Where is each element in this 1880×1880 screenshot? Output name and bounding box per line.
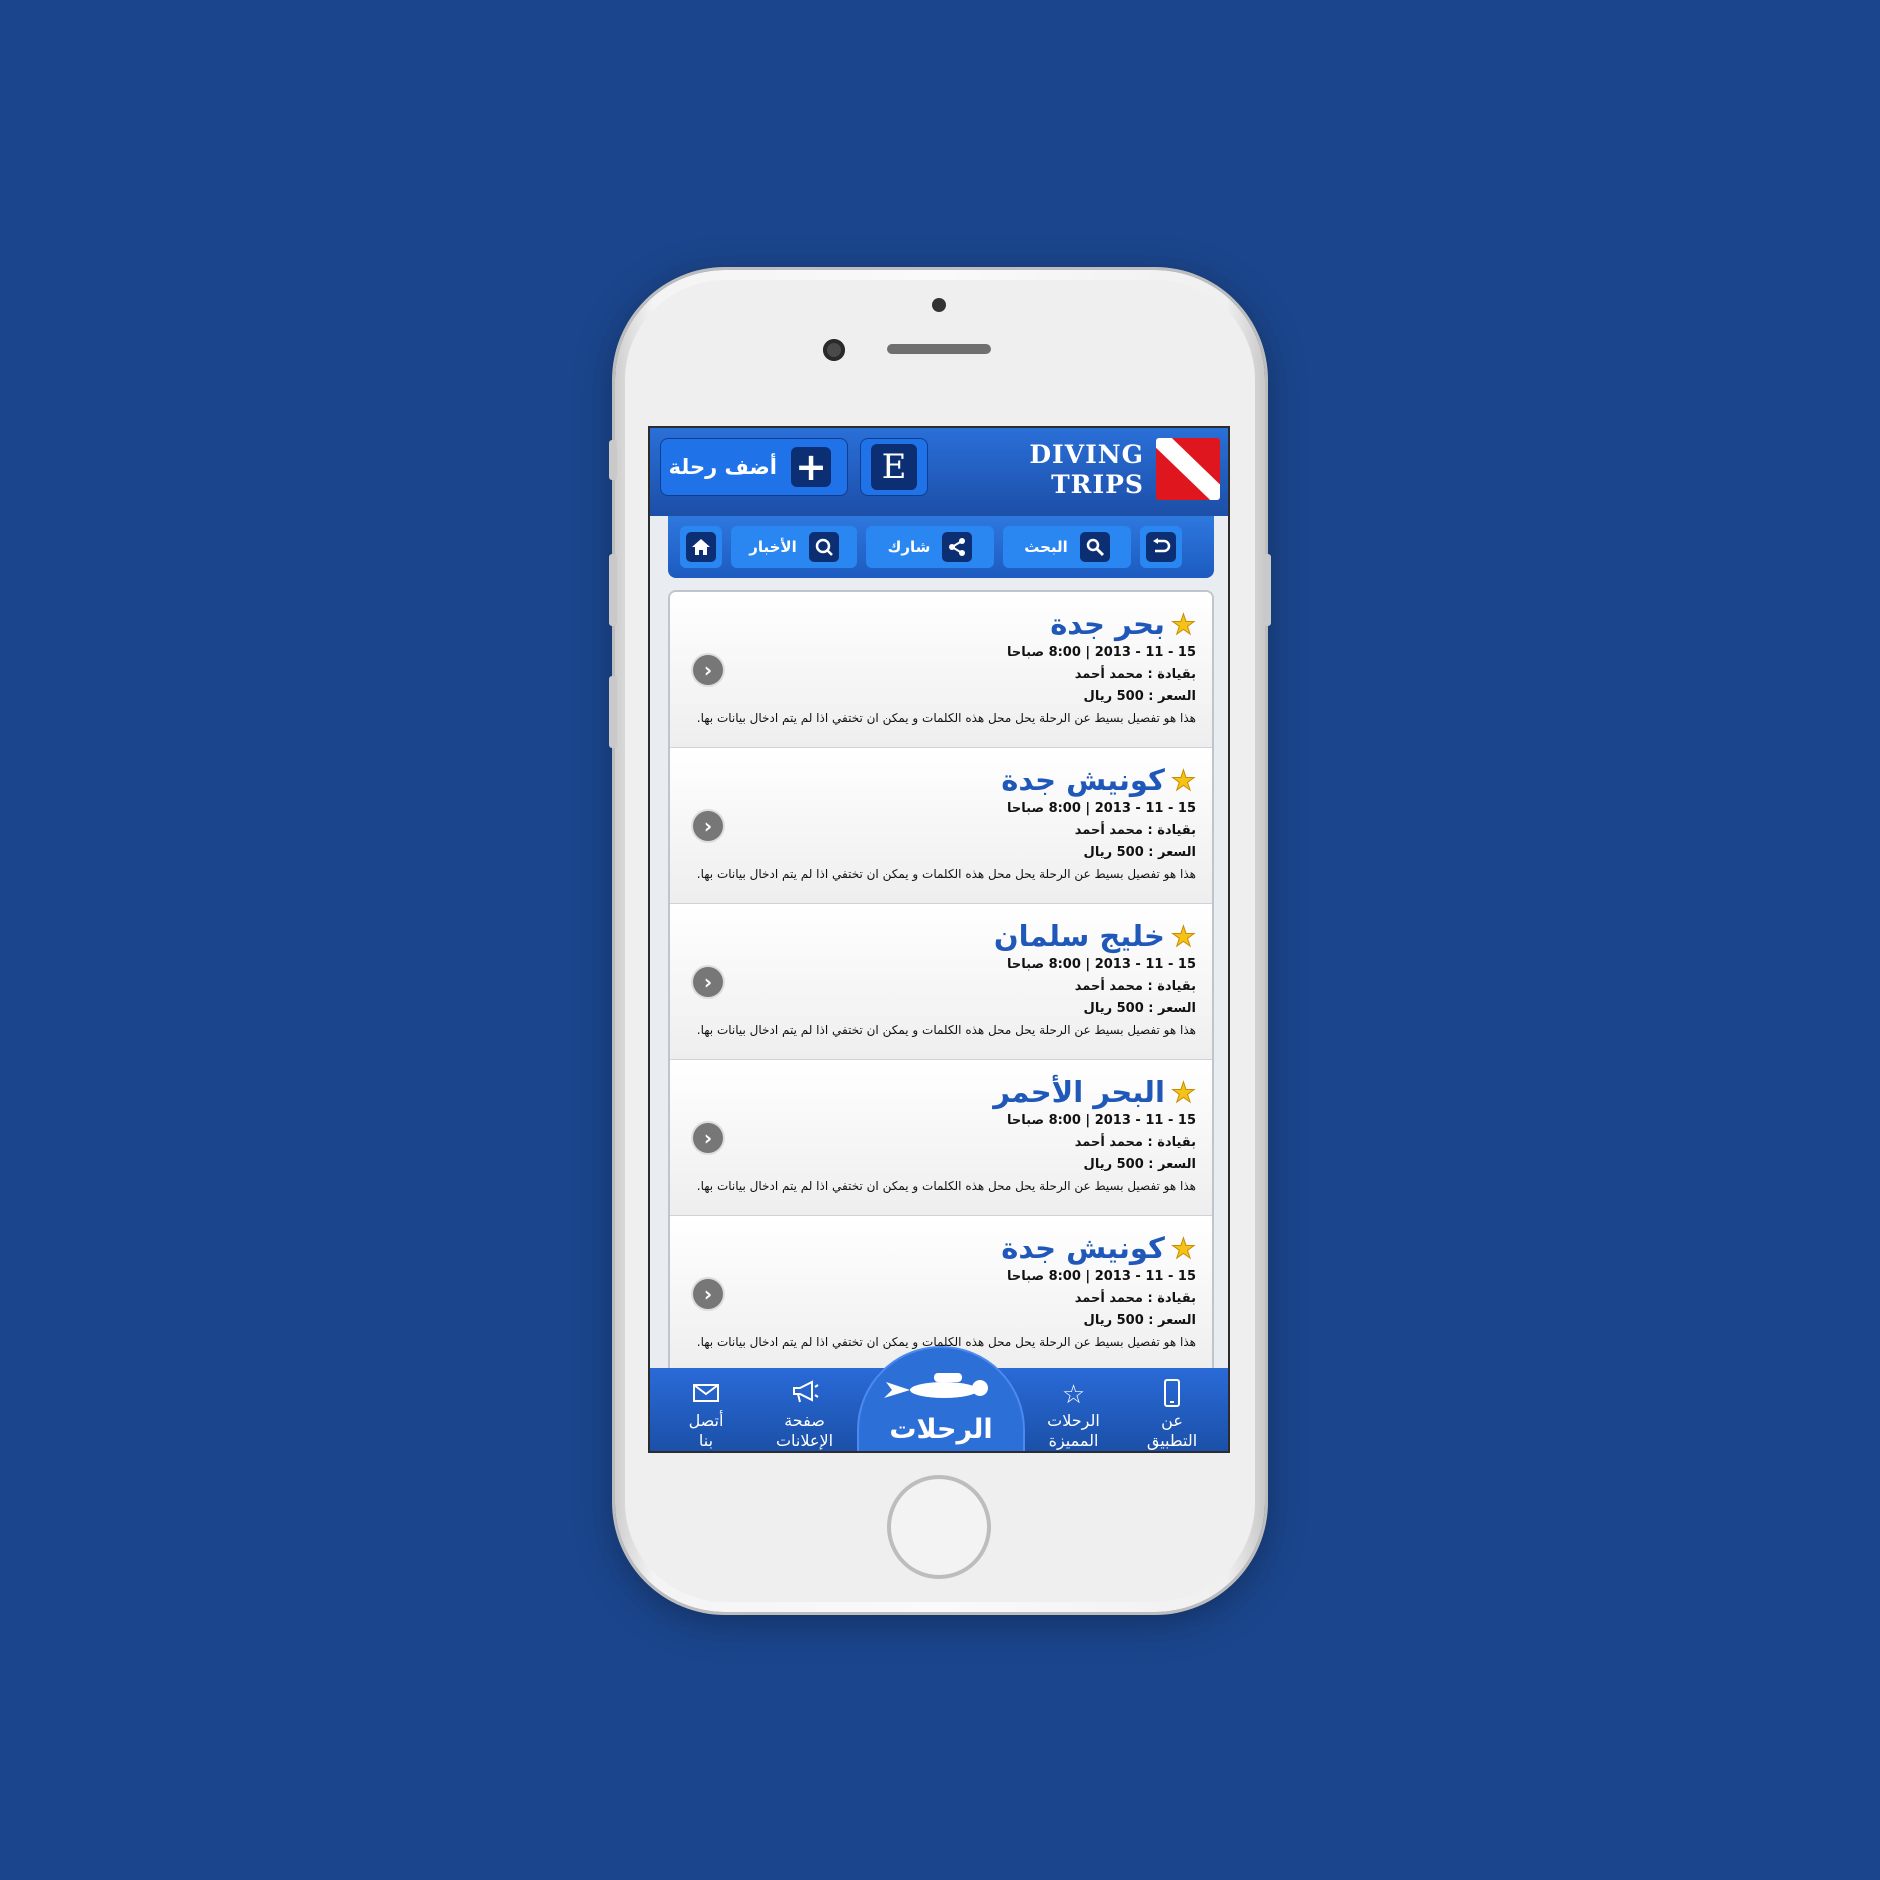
nav-ads-line1: صفحة <box>784 1411 825 1430</box>
volume-up-button <box>609 554 617 626</box>
trip-item[interactable]: ★ كونيش جدة 15 - 11 - 2013 | 8:00 صباحا ب… <box>670 748 1212 904</box>
trip-datetime: 15 - 11 - 2013 | 8:00 صباحا <box>1007 957 1196 972</box>
share-icon <box>942 532 973 562</box>
language-toggle-button[interactable]: E <box>860 438 928 496</box>
silent-switch <box>609 440 617 480</box>
chevron-left-icon[interactable]: ‹ <box>693 967 723 997</box>
star-icon: ★ <box>1170 763 1196 797</box>
nav-contact-line1: أتصل <box>688 1411 724 1430</box>
trip-leader: بقيادة : محمد أحمد <box>1074 823 1196 838</box>
trip-title-text: كونيش جدة <box>1001 763 1165 797</box>
trips-list[interactable]: ★ بحر جدة 15 - 11 - 2013 | 8:00 صباحا بقي… <box>668 590 1214 1390</box>
nav-featured-line1: الرحلات <box>1047 1411 1100 1430</box>
earpiece-speaker <box>887 344 991 354</box>
megaphone-icon <box>791 1379 819 1411</box>
share-button[interactable]: شارك <box>866 526 994 568</box>
star-icon: ★ <box>1170 1075 1196 1109</box>
trip-title: ★ كونيش جدة <box>670 762 1196 798</box>
trip-leader: بقيادة : محمد أحمد <box>1074 979 1196 994</box>
front-camera <box>823 339 845 361</box>
logo-line-2: TRIPS <box>1051 470 1144 499</box>
app-logo-text: DIVING TRIPS <box>1018 440 1144 500</box>
nav-about-app[interactable]: عن التطبيق <box>1124 1379 1220 1451</box>
search-icon <box>1079 532 1110 562</box>
trip-price: السعر : 500 ريال <box>1083 1001 1196 1016</box>
nav-ads-line2: الإعلانات <box>775 1431 834 1450</box>
news-label: الأخبار <box>749 538 797 556</box>
app-screen: أضف رحلة + E DIVING TRIPS الأخبار شارك ا… <box>648 426 1230 1453</box>
search-label: البحث <box>1024 538 1068 556</box>
nav-about-line2: التطبيق <box>1146 1431 1198 1450</box>
share-label: شارك <box>887 538 931 556</box>
trip-leader: بقيادة : محمد أحمد <box>1074 1291 1196 1306</box>
volume-down-button <box>609 676 617 748</box>
nav-featured-trips[interactable]: ☆ الرحلات المميزة <box>1026 1379 1122 1451</box>
nav-ads-page[interactable]: صفحة الإعلانات <box>757 1379 853 1451</box>
star-icon: ★ <box>1170 919 1196 953</box>
plus-icon: + <box>791 447 831 487</box>
dive-flag-icon <box>1156 438 1220 500</box>
proximity-sensor <box>932 298 946 312</box>
news-search-icon <box>808 532 839 562</box>
trip-description: هذا هو تفصيل بسيط عن الرحلة يحل محل هذه … <box>696 1179 1196 1193</box>
trip-title-text: البحر الأحمر <box>993 1075 1165 1109</box>
toolbar: الأخبار شارك البحث <box>668 516 1214 578</box>
trip-title: ★ خليج سلمان <box>670 918 1197 954</box>
envelope-icon <box>693 1379 719 1411</box>
mobile-phone-icon <box>1163 1379 1181 1411</box>
chevron-left-icon[interactable]: ‹ <box>693 811 723 841</box>
trip-item[interactable]: ★ بحر جدة 15 - 11 - 2013 | 8:00 صباحا بقي… <box>670 592 1212 748</box>
star-icon: ★ <box>1170 1231 1196 1265</box>
trip-title-text: بحر جدة <box>1050 607 1165 641</box>
trip-item[interactable]: ★ البحر الأحمر 15 - 11 - 2013 | 8:00 صباح… <box>670 1060 1212 1216</box>
trip-price: السعر : 500 ريال <box>1083 1313 1196 1328</box>
back-icon <box>1146 532 1176 562</box>
star-icon: ★ <box>1170 607 1196 641</box>
add-trip-button[interactable]: أضف رحلة + <box>660 438 848 496</box>
logo-line-1: DIVING <box>1029 440 1144 469</box>
trip-datetime: 15 - 11 - 2013 | 8:00 صباحا <box>1007 1269 1196 1284</box>
chevron-left-icon[interactable]: ‹ <box>693 1279 723 1309</box>
trip-datetime: 15 - 11 - 2013 | 8:00 صباحا <box>1007 1113 1196 1128</box>
nav-about-line1: عن <box>1161 1411 1183 1430</box>
trip-title: ★ بحر جدة <box>670 606 1196 642</box>
trip-price: السعر : 500 ريال <box>1083 689 1196 704</box>
trip-item[interactable]: ★ خليج سلمان 15 - 11 - 2013 | 8:00 صباحا … <box>670 904 1212 1060</box>
diver-icon <box>884 1373 988 1398</box>
add-trip-label: أضف رحلة <box>668 455 777 479</box>
language-label: E <box>871 444 917 490</box>
trip-leader: بقيادة : محمد أحمد <box>1074 667 1196 682</box>
trip-title-text: خليج سلمان <box>993 919 1165 953</box>
trip-price: السعر : 500 ريال <box>1083 1157 1196 1172</box>
news-button[interactable]: الأخبار <box>731 526 857 568</box>
nav-contact-us[interactable]: أتصل بنا <box>658 1379 754 1451</box>
trip-leader: بقيادة : محمد أحمد <box>1074 1135 1196 1150</box>
home-button[interactable] <box>887 1475 991 1579</box>
trip-datetime: 15 - 11 - 2013 | 8:00 صباحا <box>1007 645 1196 660</box>
star-outline-icon: ☆ <box>1061 1380 1086 1410</box>
trip-datetime: 15 - 11 - 2013 | 8:00 صباحا <box>1007 801 1196 816</box>
home-toolbar-button[interactable] <box>680 526 722 568</box>
trip-description: هذا هو تفصيل بسيط عن الرحلة يحل محل هذه … <box>696 1023 1196 1037</box>
power-button <box>1263 554 1271 626</box>
trip-description: هذا هو تفصيل بسيط عن الرحلة يحل محل هذه … <box>696 867 1196 881</box>
trip-title: ★ البحر الأحمر <box>670 1074 1196 1110</box>
chevron-left-icon[interactable]: ‹ <box>693 1123 723 1153</box>
back-button[interactable] <box>1140 526 1182 568</box>
home-icon <box>686 532 716 562</box>
trip-price: السعر : 500 ريال <box>1083 845 1196 860</box>
trip-description: هذا هو تفصيل بسيط عن الرحلة يحل محل هذه … <box>696 711 1196 725</box>
bottom-nav: عن التطبيق ☆ الرحلات المميزة صفحة الإعلا… <box>650 1346 1228 1451</box>
search-button[interactable]: البحث <box>1003 526 1131 568</box>
nav-featured-line2: المميزة <box>1048 1431 1099 1450</box>
trip-title-text: كونيش جدة <box>1001 1231 1165 1265</box>
chevron-left-icon[interactable]: ‹ <box>693 655 723 685</box>
trip-title: ★ كونيش جدة <box>670 1230 1196 1266</box>
app-header: أضف رحلة + E DIVING TRIPS <box>650 428 1228 516</box>
nav-contact-line2: بنا <box>698 1431 714 1450</box>
nav-trips-label: الرحلات <box>889 1414 993 1445</box>
